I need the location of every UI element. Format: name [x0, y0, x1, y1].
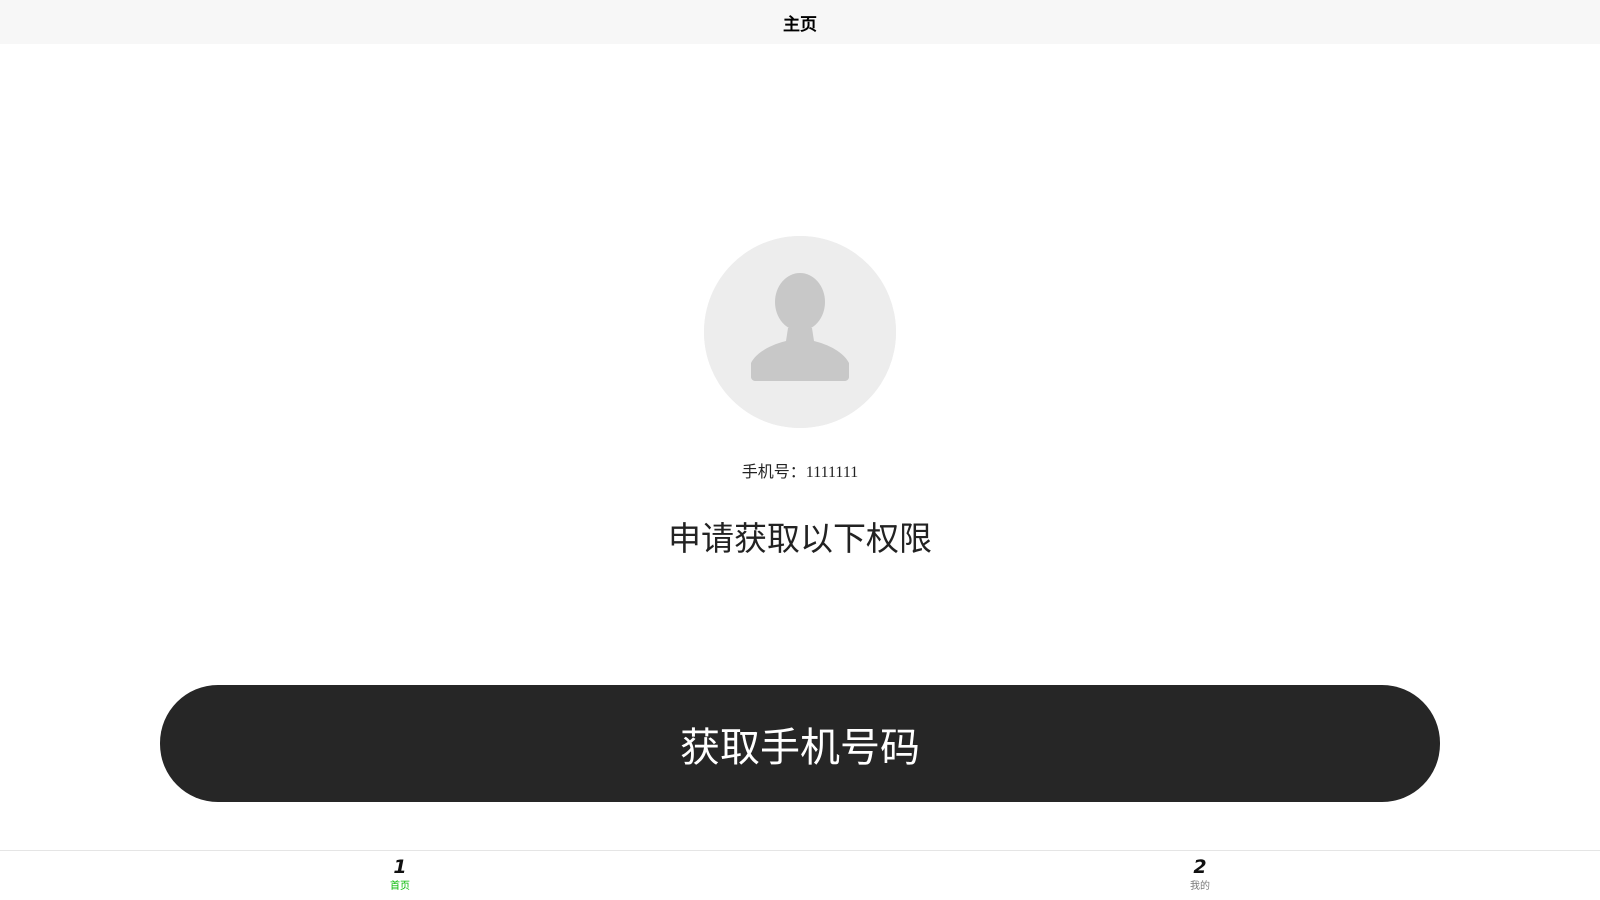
phone-number-line: 手机号：1111111: [0, 458, 1600, 482]
tab-bar: 1 首页 2 我的: [0, 850, 1600, 900]
tab-mine-label: 我的: [1190, 881, 1210, 892]
phone-number-value: 1111111: [805, 464, 859, 481]
get-phone-number-button[interactable]: 获取手机号码: [160, 685, 1440, 802]
page-title: 主页: [783, 14, 817, 35]
avatar: [704, 236, 896, 428]
navigation-bar: 主页: [0, 0, 1600, 44]
permission-request-title: 申请获取以下权限: [668, 519, 932, 558]
mine-tab-icon: 2: [1193, 856, 1207, 878]
app-root: 主页 手机号：1111111 申请获取以下权限 获取手机号码 1 首页 2 我的: [0, 0, 1600, 900]
user-placeholder-icon: [704, 236, 896, 428]
tab-home[interactable]: 1 首页: [0, 851, 800, 900]
tab-home-label: 首页: [390, 881, 410, 892]
phone-number-label: 手机号：: [741, 462, 806, 481]
tab-mine[interactable]: 2 我的: [800, 851, 1600, 900]
home-tab-icon: 1: [393, 856, 407, 878]
